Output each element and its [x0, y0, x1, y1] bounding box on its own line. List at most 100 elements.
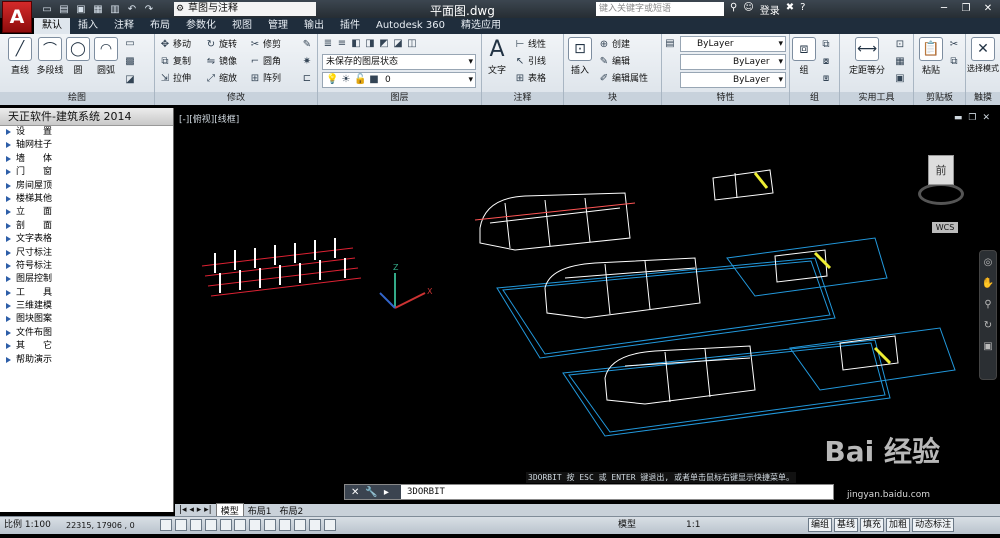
id-point-button[interactable]: ▣ — [894, 71, 906, 87]
sidebar-item-17[interactable]: 帮助演示 — [0, 354, 173, 367]
leader-button[interactable]: ↖ 引线 — [514, 54, 546, 70]
erase-button[interactable]: ✎ — [301, 37, 313, 53]
cut-button[interactable]: ✂ — [948, 37, 960, 53]
tab-model[interactable]: 模型 — [215, 503, 244, 517]
quick-select-button[interactable]: ⊡ — [894, 37, 906, 53]
utilities-panel-title[interactable]: 实用工具 — [840, 92, 913, 105]
undo-icon[interactable]: ↶ — [125, 2, 139, 16]
sidebar-item-15[interactable]: 文件布图 — [0, 327, 173, 340]
clipboard-panel-title[interactable]: 剪贴板 — [914, 92, 965, 105]
help-search-input[interactable]: 键入关键字或短语 — [596, 2, 724, 16]
ribbon-tab-4[interactable]: 参数化 — [178, 18, 224, 34]
layer-properties-button[interactable]: ≣ ≡ ◧ ◨ ◩ ◪ ◫ — [322, 36, 418, 52]
scale-indicator[interactable]: 比例 1:100 — [4, 517, 51, 534]
measure-tool[interactable]: ⟷ 定距等分 — [844, 36, 890, 76]
pan-icon[interactable]: ✋ — [982, 278, 994, 289]
touch-panel-title[interactable]: 触摸 — [966, 92, 1000, 105]
tpy-toggle[interactable] — [308, 519, 321, 531]
orbit-icon[interactable]: ↻ — [984, 320, 992, 331]
ribbon-tab-2[interactable]: 注释 — [106, 18, 142, 34]
linear-dim-button[interactable]: ⊢ 线性 — [514, 37, 546, 53]
grid-toggle[interactable] — [174, 519, 187, 531]
layer-state-dropdown[interactable]: 未保存的图层状态 — [322, 54, 476, 70]
open-file-icon[interactable]: ▤ — [57, 2, 71, 16]
rectangle-tool[interactable]: ▭ — [124, 36, 136, 52]
move-button[interactable]: ✥ 移动 — [159, 37, 191, 53]
sidebar-item-0[interactable]: 设 置 — [0, 126, 173, 139]
status-button-1[interactable]: 基线 — [834, 518, 859, 532]
edit-attributes-button[interactable]: ✐ 编辑属性 — [598, 71, 648, 87]
ribbon-tab-5[interactable]: 视图 — [224, 18, 260, 34]
command-line[interactable]: ✕ 🔧 ▸ 3DORBIT — [344, 484, 834, 500]
3dosnap-toggle[interactable] — [234, 519, 247, 531]
properties-panel-title[interactable]: 特性 — [662, 92, 789, 105]
osnap-toggle[interactable] — [219, 519, 232, 531]
steering-wheel-icon[interactable]: ◎ — [984, 257, 993, 268]
recent-commands-icon[interactable]: ▸ — [384, 487, 389, 498]
workspace-dropdown[interactable]: 草图与注释 — [174, 2, 316, 16]
sidebar-item-2[interactable]: 墙 体 — [0, 153, 173, 166]
snap-toggle[interactable] — [160, 519, 172, 531]
region-tool[interactable]: ◪ — [124, 72, 136, 88]
copy-clip-button[interactable]: ⧉ — [948, 54, 960, 70]
sidebar-item-5[interactable]: 楼梯其他 — [0, 193, 173, 206]
showmotion-icon[interactable]: ▣ — [983, 341, 992, 352]
ribbon-tab-0[interactable]: 默认 — [34, 18, 70, 34]
annotation-panel-title[interactable]: 注释 — [482, 92, 563, 105]
sidebar-item-13[interactable]: 三维建模 — [0, 300, 173, 313]
sidebar-item-4[interactable]: 房间屋顶 — [0, 180, 173, 193]
sidebar-item-1[interactable]: 轴网柱子 — [0, 139, 173, 152]
sidebar-item-7[interactable]: 剖 面 — [0, 220, 173, 233]
plot-icon[interactable]: ▥ — [108, 2, 122, 16]
save-icon[interactable]: ▣ — [74, 2, 88, 16]
array-button[interactable]: ⊞ 阵列 — [249, 71, 281, 87]
block-panel-title[interactable]: 块 — [564, 92, 661, 105]
sidebar-item-11[interactable]: 图层控制 — [0, 273, 173, 286]
lwt-toggle[interactable] — [293, 519, 306, 531]
command-input[interactable]: 3DORBIT — [407, 487, 445, 497]
close-command-icon[interactable]: ✕ — [351, 487, 359, 498]
layers-panel-title[interactable]: 图层 — [318, 92, 481, 105]
trim-button[interactable]: ✂ 修剪 — [249, 37, 281, 53]
sidebar-item-3[interactable]: 门 窗 — [0, 166, 173, 179]
help-icon[interactable]: ? — [800, 2, 805, 17]
ribbon-tab-1[interactable]: 插入 — [70, 18, 106, 34]
fillet-button[interactable]: ⌐ 圆角 — [249, 54, 281, 70]
otrack-toggle[interactable] — [249, 519, 262, 531]
ungroup-button[interactable]: ⧉ — [820, 37, 832, 53]
match-properties-button[interactable]: ▤ — [664, 36, 676, 52]
hatch-tool[interactable]: ▩ — [124, 54, 136, 70]
sidebar-item-16[interactable]: 其 它 — [0, 340, 173, 353]
sidebar-item-14[interactable]: 图块图案 — [0, 313, 173, 326]
create-block-button[interactable]: ⊕ 创建 — [598, 37, 630, 53]
wcs-dropdown[interactable]: WCS — [932, 222, 958, 233]
login-link[interactable]: 登录 — [760, 2, 780, 17]
arc-tool[interactable]: ◠ 圆弧 — [86, 36, 126, 76]
status-button-3[interactable]: 加粗 — [886, 518, 911, 532]
lineweight-dropdown[interactable]: ByLayer — [680, 72, 786, 88]
exchange-icon[interactable]: ✖ — [786, 2, 794, 17]
customize-icon[interactable]: 🔧 — [365, 487, 377, 498]
annotation-scale[interactable]: 1:1 — [686, 517, 700, 534]
stretch-button[interactable]: ⇲ 拉伸 — [159, 71, 191, 87]
scale-button[interactable]: ⤢ 缩放 — [205, 71, 237, 87]
table-button[interactable]: ⊞ 表格 — [514, 71, 546, 87]
draw-panel-title[interactable]: 绘图 — [0, 92, 154, 105]
redo-icon[interactable]: ↷ — [142, 2, 156, 16]
group-select-button[interactable]: ⧆ — [820, 71, 832, 87]
sidebar-item-6[interactable]: 立 面 — [0, 206, 173, 219]
paste-tool[interactable]: 📋 粘贴 — [916, 36, 946, 76]
viewcube-front-face[interactable]: 前 — [928, 155, 954, 185]
sidebar-item-8[interactable]: 文字表格 — [0, 233, 173, 246]
binoculars-icon[interactable]: ⚲ — [730, 2, 737, 17]
status-button-4[interactable]: 动态标注 — [912, 518, 955, 532]
ortho-toggle[interactable] — [189, 519, 202, 531]
save-as-icon[interactable]: ▦ — [91, 2, 105, 16]
rotate-button[interactable]: ↻ 旋转 — [205, 37, 237, 53]
color-dropdown[interactable]: ByLayer — [680, 36, 786, 52]
polar-toggle[interactable] — [204, 519, 217, 531]
group-edit-button[interactable]: ⧇ — [820, 54, 832, 70]
sidebar-item-10[interactable]: 符号标注 — [0, 260, 173, 273]
new-file-icon[interactable]: ▭ — [40, 2, 54, 16]
sidebar-item-12[interactable]: 工 具 — [0, 287, 173, 300]
